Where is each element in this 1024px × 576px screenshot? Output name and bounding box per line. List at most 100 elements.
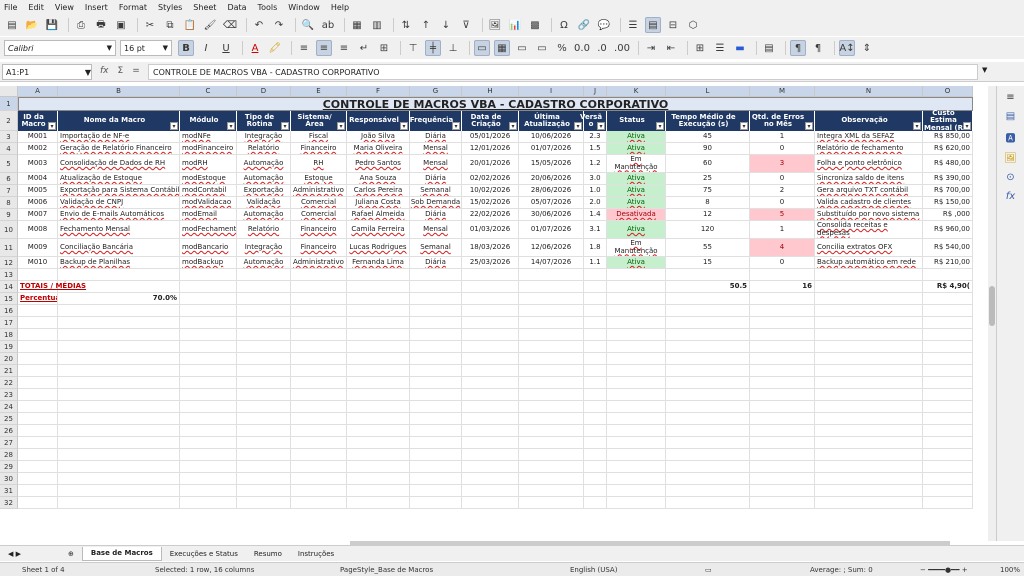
italic-icon[interactable]: I [198,40,214,56]
row-header[interactable]: 26 [0,425,18,437]
grid-cell[interactable] [347,377,410,389]
grid-cell[interactable] [584,449,607,461]
table-cell[interactable]: R$ ,000 [923,209,973,221]
grid-cell[interactable] [180,353,237,365]
menu-format[interactable]: Format [119,3,147,12]
grid-cell[interactable] [750,365,815,377]
table-cell[interactable]: Envio de E-mails Automáticos [58,209,180,221]
table-cell[interactable]: Comercial [291,209,347,221]
table-cell[interactable]: R$ 960,00 [923,221,973,239]
column-header[interactable]: N [815,86,923,97]
row-header[interactable]: 10 [0,221,18,239]
grid-cell[interactable] [462,485,519,497]
cut-icon[interactable]: ✂ [142,17,158,33]
text-direction-icon[interactable]: A↕ [839,40,855,56]
grid-cell[interactable] [666,269,750,281]
row-header[interactable]: 7 [0,185,18,197]
grid-cell[interactable] [180,329,237,341]
autofilter-dropdown-icon[interactable]: ▾ [452,122,460,130]
grid-cell[interactable] [666,377,750,389]
grid-cell[interactable] [607,449,666,461]
column-header[interactable]: D [237,86,291,97]
table-cell[interactable]: 25 [666,173,750,185]
grid-cell[interactable] [462,305,519,317]
grid-cell[interactable] [180,365,237,377]
menu-sheet[interactable]: Sheet [193,3,216,12]
table-cell[interactable]: 3.0 [584,173,607,185]
table-cell[interactable]: 3 [750,155,815,173]
grid-cell[interactable] [410,485,462,497]
table-cell[interactable]: Fernanda Lima [347,257,410,269]
grid-cell[interactable] [291,497,347,509]
spelling-icon[interactable]: ab [320,17,336,33]
grid-cell[interactable] [607,485,666,497]
table-cell[interactable]: 15 [666,257,750,269]
grid-cell[interactable] [237,473,291,485]
avg-time-total[interactable]: 50.5 [666,281,750,293]
sheet-tab[interactable]: Execuções e Status [162,547,246,561]
grid-cell[interactable] [584,353,607,365]
sheet-tab[interactable]: Instruções [290,547,342,561]
table-cell[interactable]: Lucas Rodrigues [347,239,410,257]
table-cell[interactable]: Atualização de Estoque [58,173,180,185]
autofilter-dropdown-icon[interactable]: ▾ [509,122,517,130]
table-cell[interactable]: M005 [18,185,58,197]
grid-cell[interactable] [410,497,462,509]
new-icon[interactable]: ▤ [4,17,20,33]
table-cell[interactable]: Validação [237,197,291,209]
number-format-icon[interactable]: 0.0 [574,40,590,56]
grid-cell[interactable] [410,281,462,293]
sheet-nav-icon[interactable]: ◀ ▶ [0,547,60,561]
autofilter-dropdown-icon[interactable]: ▾ [48,122,56,130]
grid-cell[interactable] [666,389,750,401]
align-center-icon[interactable]: ≡ [316,40,332,56]
table-cell[interactable]: 14/07/2026 [519,257,584,269]
menu-icon[interactable]: ≡ [1006,92,1014,103]
table-cell[interactable]: Relatório [237,143,291,155]
table-cell[interactable]: 01/03/2026 [462,221,519,239]
grid-cell[interactable] [237,461,291,473]
font-name-combo[interactable]: Calibri ▼ [4,40,116,56]
row-header[interactable]: 30 [0,473,18,485]
grid-cell[interactable] [237,485,291,497]
grid-cell[interactable] [347,269,410,281]
sheet-tab[interactable]: Base de Macros [81,546,162,561]
grid-cell[interactable] [584,425,607,437]
grid-cell[interactable] [607,353,666,365]
delete-decimal-icon[interactable]: .00 [614,40,630,56]
grid-cell[interactable] [815,461,923,473]
grid-cell[interactable] [815,329,923,341]
grid-cell[interactable] [923,269,973,281]
table-cell[interactable]: 0 [750,143,815,155]
grid-cell[interactable] [180,401,237,413]
grid-cell[interactable] [18,269,58,281]
grid-cell[interactable] [750,269,815,281]
table-cell[interactable]: R$ 700,00 [923,185,973,197]
grid-cell[interactable] [58,473,180,485]
grid-cell[interactable] [519,413,584,425]
grid-cell[interactable] [291,317,347,329]
grid-cell[interactable] [58,389,180,401]
grid-cell[interactable] [18,485,58,497]
table-cell[interactable]: R$ 480,00 [923,155,973,173]
grid-cell[interactable] [815,353,923,365]
grid-cell[interactable] [410,365,462,377]
grid-cell[interactable] [462,317,519,329]
grid-cell[interactable] [291,425,347,437]
grid-cell[interactable] [180,461,237,473]
align-right-icon[interactable]: ≡ [336,40,352,56]
grid-cell[interactable] [237,437,291,449]
undo-icon[interactable]: ↶ [251,17,267,33]
grid-cell[interactable] [58,485,180,497]
grid-cell[interactable] [815,377,923,389]
grid-cell[interactable] [291,461,347,473]
grid-cell[interactable] [519,389,584,401]
table-cell[interactable]: 90 [666,143,750,155]
grid-cell[interactable] [291,413,347,425]
bold-icon[interactable]: B [178,40,194,56]
table-cell[interactable]: 05/01/2026 [462,131,519,143]
cost-total[interactable]: R$ 4,90( [923,281,973,293]
headers-icon[interactable]: ☰ [625,17,641,33]
grid-cell[interactable] [923,293,973,305]
grid-cell[interactable] [347,293,410,305]
